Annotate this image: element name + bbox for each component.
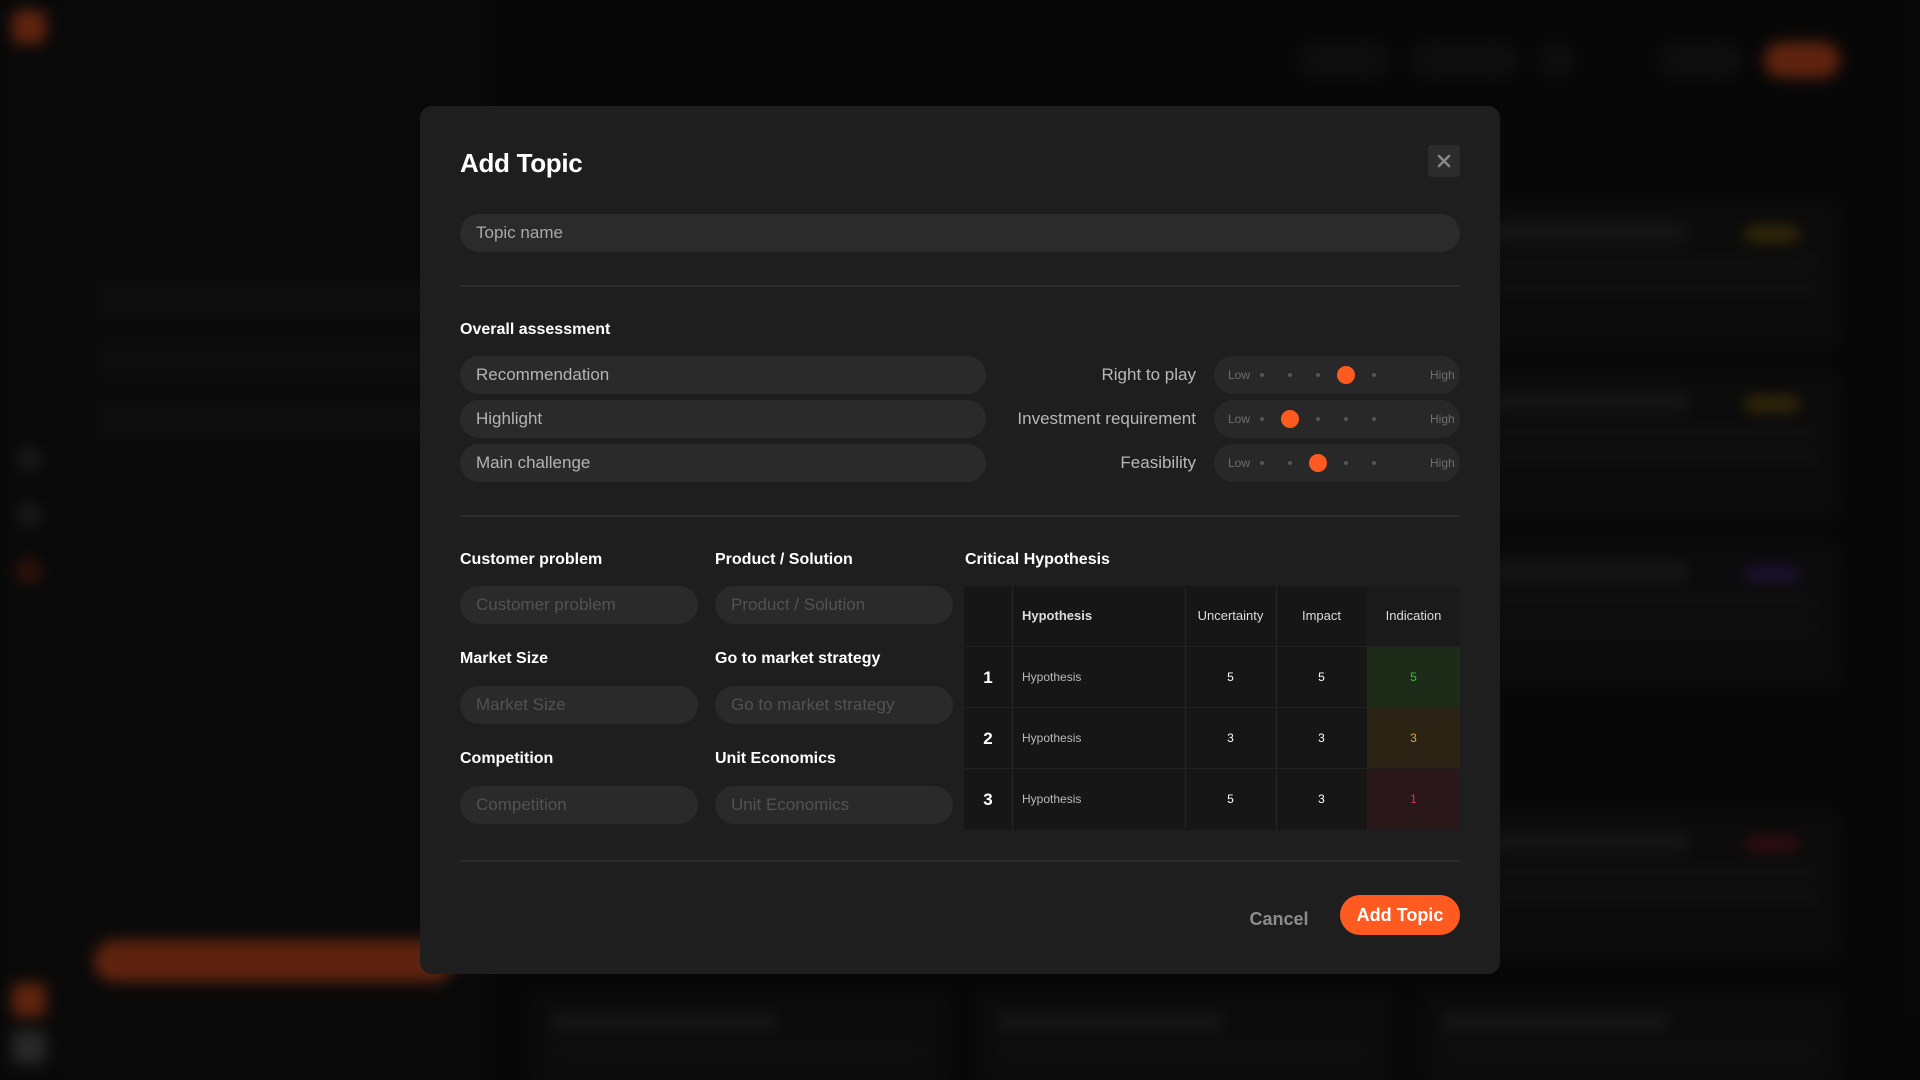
slider-high-label: High	[1430, 412, 1455, 426]
slider-high-label: High	[1430, 368, 1455, 382]
cancel-button[interactable]: Cancel	[1234, 899, 1324, 939]
row-number: 2	[983, 729, 993, 748]
uncertainty-cell[interactable]: 5	[1185, 769, 1276, 830]
customer-problem-input[interactable]: Customer problem	[460, 586, 698, 624]
feasibility-slider[interactable]: Low High	[1214, 444, 1460, 482]
investment-requirement-label: Investment requirement	[1017, 409, 1196, 428]
add-topic-modal: Add Topic Topic name Overall assessment …	[420, 106, 1500, 974]
column-header-indication: Indication	[1367, 586, 1460, 646]
slider-step-dot	[1288, 461, 1292, 465]
slider-step-dot	[1372, 417, 1376, 421]
product-solution-label: Product / Solution	[715, 551, 853, 568]
hypothesis-table: Hypothesis Uncertainty Impact Indication…	[964, 586, 1460, 830]
close-icon	[1437, 154, 1451, 168]
column-header-uncertainty: Uncertainty	[1197, 608, 1264, 623]
market-size-input[interactable]: Market Size	[460, 686, 698, 724]
slider-step-dot	[1316, 417, 1320, 421]
indication-cell: 5	[1367, 647, 1460, 708]
slider-step-dot	[1316, 373, 1320, 377]
go-to-market-input[interactable]: Go to market strategy	[715, 686, 953, 724]
slider-step-dot	[1260, 461, 1264, 465]
slider-step-dot	[1372, 461, 1376, 465]
topic-name-input[interactable]: Topic name	[460, 214, 1460, 252]
impact-cell[interactable]: 3	[1276, 708, 1367, 769]
feasibility-label: Feasibility	[1120, 453, 1196, 472]
table-row[interactable]: 3 Hypothesis 5 3 1	[964, 768, 1460, 830]
slider-step-dot	[1260, 373, 1264, 377]
unit-economics-input[interactable]: Unit Economics	[715, 786, 953, 824]
column-header-impact: Impact	[1301, 608, 1341, 623]
competition-label: Competition	[460, 750, 554, 767]
slider-knob[interactable]	[1337, 366, 1355, 384]
close-button[interactable]	[1428, 145, 1460, 177]
impact-cell[interactable]: 3	[1276, 769, 1367, 830]
go-to-market-label: Go to market strategy	[715, 650, 881, 667]
slider-step-dot	[1260, 417, 1264, 421]
divider	[460, 285, 1460, 287]
indication-cell: 1	[1367, 769, 1460, 830]
slider-step-dot	[1372, 373, 1376, 377]
competition-input[interactable]: Competition	[460, 786, 698, 824]
customer-problem-label: Customer problem	[460, 551, 603, 568]
critical-hypothesis-label: Critical Hypothesis	[965, 551, 1110, 568]
market-size-label: Market Size	[460, 650, 549, 667]
uncertainty-cell[interactable]: 5	[1185, 647, 1276, 708]
hypothesis-cell[interactable]: Hypothesis	[1022, 647, 1081, 708]
hypothesis-cell[interactable]: Hypothesis	[1022, 769, 1081, 830]
hypothesis-cell[interactable]: Hypothesis	[1022, 708, 1081, 769]
table-row[interactable]: 2 Hypothesis 3 3 3	[964, 707, 1460, 769]
row-number: 3	[983, 790, 993, 809]
modal-title: Add Topic	[460, 148, 583, 178]
slider-step-dot	[1288, 373, 1292, 377]
column-header-hypothesis: Hypothesis	[1022, 608, 1093, 623]
right-to-play-slider[interactable]: Low High	[1214, 356, 1460, 394]
slider-knob[interactable]	[1281, 410, 1299, 428]
slider-step-dot	[1344, 417, 1348, 421]
investment-requirement-slider[interactable]: Low High	[1214, 400, 1460, 438]
indication-cell: 3	[1367, 708, 1460, 769]
unit-economics-label: Unit Economics	[715, 750, 836, 767]
row-number: 1	[983, 668, 993, 687]
slider-step-dot	[1344, 461, 1348, 465]
overall-assessment-label: Overall assessment	[460, 321, 611, 338]
product-solution-input[interactable]: Product / Solution	[715, 586, 953, 624]
right-to-play-label: Right to play	[1101, 365, 1197, 384]
divider	[460, 860, 1460, 862]
add-topic-button[interactable]: Add Topic	[1340, 895, 1460, 935]
table-row[interactable]: 1 Hypothesis 5 5 5	[964, 646, 1460, 708]
slider-low-label: Low	[1228, 412, 1251, 426]
slider-knob[interactable]	[1309, 454, 1327, 472]
impact-cell[interactable]: 5	[1276, 647, 1367, 708]
divider	[460, 515, 1460, 517]
slider-low-label: Low	[1228, 456, 1251, 470]
uncertainty-cell[interactable]: 3	[1185, 708, 1276, 769]
slider-low-label: Low	[1228, 368, 1251, 382]
slider-high-label: High	[1430, 456, 1455, 470]
